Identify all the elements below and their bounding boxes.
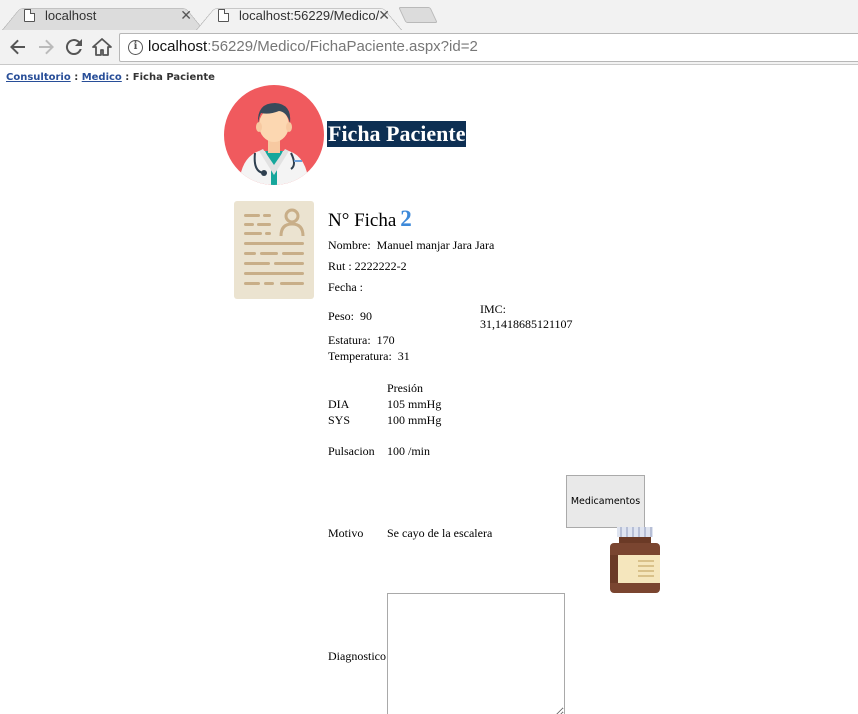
address-bar[interactable]: i localhost:56229/Medico/FichaPaciente.a…	[119, 33, 858, 62]
sys-value: 100 mmHg	[387, 413, 442, 427]
imc-label: IMC:	[480, 302, 507, 316]
fecha-label: Fecha :	[328, 280, 363, 294]
nombre-row: Nombre: Manuel manjar Jara Jara	[328, 238, 494, 253]
peso-value: 90	[360, 309, 373, 323]
close-icon[interactable]: ✕	[180, 7, 192, 24]
pulsacion-label: Pulsacion	[328, 444, 375, 458]
motivo-value: Se cayo de la escalera	[387, 526, 493, 540]
estatura-row: Estatura: 170	[328, 333, 395, 348]
rut-value: 2222222-2	[354, 259, 407, 273]
diagnostico-label: Diagnostico	[328, 649, 386, 663]
forward-icon[interactable]	[34, 35, 58, 59]
page-icon	[24, 9, 35, 22]
url-text[interactable]: localhost:56229/Medico/FichaPaciente.asp…	[148, 38, 478, 55]
page-icon	[218, 9, 229, 22]
close-icon[interactable]: ✕	[378, 7, 390, 24]
peso-row: Peso: 90	[328, 309, 372, 324]
peso-label: Peso:	[328, 309, 355, 323]
tab-label: localhost:56229/Medico/	[239, 8, 380, 23]
reload-icon[interactable]	[62, 35, 86, 59]
breadcrumb-separator: :	[125, 72, 130, 83]
page-title: Ficha Paciente	[327, 121, 467, 147]
nombre-label: Nombre:	[328, 238, 371, 252]
ficha-number-heading: N° Ficha 2	[328, 206, 412, 232]
dia-value: 105 mmHg	[387, 397, 442, 411]
rut-label: Rut :	[328, 259, 352, 273]
estatura-label: Estatura:	[328, 333, 371, 347]
ficha-label: N° Ficha	[328, 210, 397, 231]
sys-label: SYS	[328, 413, 351, 427]
temperatura-value: 31	[397, 349, 410, 363]
breadcrumb-separator: :	[74, 72, 79, 83]
pulsacion-value: 100 /min	[387, 444, 431, 458]
tab-ficha-paciente[interactable]: localhost:56229/Medico/ ✕	[196, 2, 402, 30]
doctor-avatar-icon	[224, 85, 324, 185]
imc-value: 31,1418685121107	[480, 317, 573, 331]
browser-toolbar: i localhost:56229/Medico/FichaPaciente.a…	[0, 30, 858, 65]
breadcrumb-link-consultorio[interactable]: Consultorio	[6, 72, 71, 83]
back-icon[interactable]	[6, 35, 30, 59]
presion-header: Presión	[387, 381, 423, 395]
rut-row: Rut : 2222222-2	[328, 259, 407, 274]
temperatura-row: Temperatura: 31	[328, 349, 410, 364]
tab-strip: localhost ✕ localhost:56229/Medico/ ✕	[0, 0, 858, 30]
motivo-label: Motivo	[328, 526, 364, 540]
temperatura-label: Temperatura:	[328, 349, 392, 363]
nombre-value: Manuel manjar Jara Jara	[376, 238, 495, 252]
breadcrumb-link-medico[interactable]: Medico	[82, 72, 122, 83]
new-tab-button[interactable]	[398, 7, 438, 23]
diagnostico-textarea[interactable]	[387, 593, 565, 714]
info-icon[interactable]: i	[128, 40, 143, 55]
ficha-number: 2	[400, 206, 412, 231]
breadcrumb: Consultorio : Medico : Ficha Paciente	[6, 72, 215, 83]
imc-block: IMC: 31,1418685121107	[480, 302, 573, 332]
breadcrumb-current: Ficha Paciente	[132, 72, 215, 83]
tab-localhost[interactable]: localhost ✕	[2, 2, 204, 30]
estatura-value: 170	[376, 333, 395, 347]
home-icon[interactable]	[90, 35, 114, 59]
medicamentos-button[interactable]: Medicamentos	[566, 475, 645, 528]
id-card-icon	[234, 201, 314, 299]
tab-label: localhost	[45, 8, 97, 23]
fecha-row: Fecha :	[328, 280, 363, 295]
medicine-bottle-icon[interactable]	[608, 527, 662, 593]
dia-label: DIA	[328, 397, 350, 411]
